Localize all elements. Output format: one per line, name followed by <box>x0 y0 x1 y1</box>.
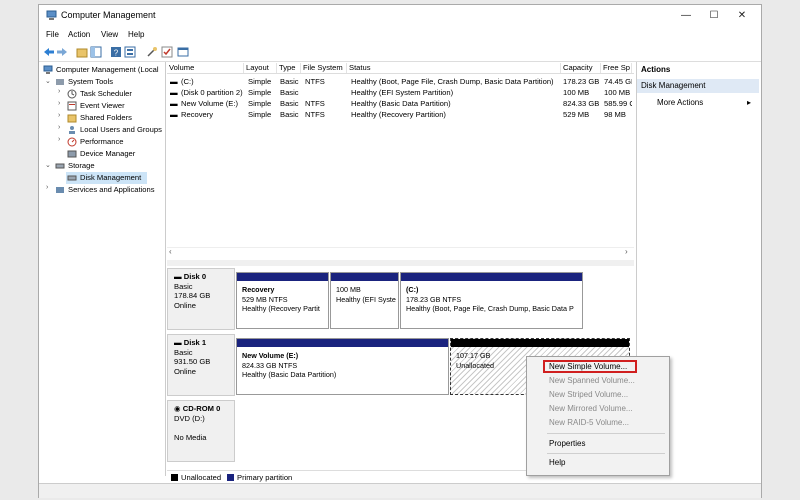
actions-section-disk-management[interactable]: Disk Management <box>637 79 759 93</box>
volume-icon: ▬ <box>170 88 178 97</box>
chevron-right-icon[interactable]: › <box>58 100 60 107</box>
actions-header: Actions <box>641 65 671 74</box>
chevron-right-icon[interactable]: › <box>58 88 60 95</box>
menu-separator <box>547 433 665 434</box>
chevron-right-icon[interactable]: › <box>58 112 60 119</box>
users-icon <box>69 126 75 134</box>
primary-partition-bar <box>401 273 582 281</box>
menu-item-new-spanned-volume[interactable]: New Spanned Volume... <box>549 375 635 387</box>
chevron-right-icon[interactable]: › <box>46 184 48 191</box>
legend-unallocated-label: Unallocated <box>181 473 222 482</box>
menu-separator <box>547 453 665 454</box>
event-viewer-icon <box>67 101 77 111</box>
scroll-right-icon[interactable]: › <box>625 247 628 256</box>
up-folder-icon[interactable] <box>76 46 88 58</box>
services-icon <box>56 187 64 193</box>
menu-item-new-raid5-volume[interactable]: New RAID-5 Volume... <box>549 417 629 429</box>
forward-icon[interactable] <box>56 46 68 58</box>
volume-icon: ▬ <box>170 110 178 119</box>
scroll-left-icon[interactable]: ‹ <box>169 247 172 256</box>
device-manager-icon <box>67 150 77 158</box>
chevron-right-icon[interactable]: › <box>58 136 60 143</box>
volume-icon: ▬ <box>170 77 178 86</box>
menu-item-new-simple-volume[interactable]: New Simple Volume... <box>549 361 627 373</box>
horizontal-scrollbar[interactable]: ‹ › <box>167 247 634 258</box>
toolbar: ? <box>39 43 761 62</box>
tools-icon <box>56 79 64 85</box>
storage-icon <box>55 163 65 169</box>
view-icon[interactable] <box>177 46 189 58</box>
menu-item-help[interactable]: Help <box>549 457 565 469</box>
disk-1-label[interactable]: ▬ Disk 1 Basic 931.50 GB Online <box>167 334 235 396</box>
partition-c[interactable]: (C:) 178.23 GB NTFS Healthy (Boot, Page … <box>400 272 583 329</box>
legend-unallocated-swatch <box>171 474 178 481</box>
table-row[interactable]: ▬ (Disk 0 partition 2) Simple Basic Heal… <box>167 88 634 99</box>
column-header-capacity[interactable]: Capacity <box>561 63 601 73</box>
volume-list: Volume Layout Type File System Status Ca… <box>167 62 634 260</box>
computer-management-icon <box>46 10 57 20</box>
disk-icon: ▬ <box>174 338 184 347</box>
primary-partition-bar <box>237 339 448 347</box>
properties-icon[interactable] <box>124 46 136 58</box>
volume-list-header: Volume Layout Type File System Status Ca… <box>167 62 634 74</box>
table-row[interactable]: ▬ New Volume (E:) Simple Basic NTFS Heal… <box>167 99 634 110</box>
menu-item-new-striped-volume[interactable]: New Striped Volume... <box>549 389 628 401</box>
tree-item-disk-management[interactable]: Disk Management <box>66 172 147 184</box>
primary-partition-bar <box>237 273 328 281</box>
column-header-free-space[interactable]: Free Sp <box>601 63 632 73</box>
performance-icon <box>67 137 77 147</box>
context-menu: New Simple Volume... New Spanned Volume.… <box>526 356 670 476</box>
cdrom-label[interactable]: ◉ CD-ROM 0 DVD (D:) No Media <box>167 400 235 462</box>
disk-0-label[interactable]: ▬ Disk 0 Basic 178.84 GB Online <box>167 268 235 330</box>
chevron-down-icon[interactable]: ⌄ <box>45 161 51 169</box>
menu-action[interactable]: Action <box>68 30 90 39</box>
cdrom-icon: ◉ <box>174 404 183 413</box>
svg-text:?: ? <box>114 49 119 58</box>
legend-primary-label: Primary partition <box>237 473 293 482</box>
help-icon[interactable]: ? <box>110 46 122 58</box>
maximize-button[interactable]: ☐ <box>701 7 727 25</box>
unallocated-bar <box>451 339 629 347</box>
minimize-button[interactable]: — <box>673 7 699 25</box>
column-header-volume[interactable]: Volume <box>167 63 244 73</box>
menu-bar: File Action View Help <box>39 27 761 43</box>
menu-help[interactable]: Help <box>128 30 144 39</box>
title-bar: Computer Management — ☐ ✕ <box>39 5 761 27</box>
legend-primary-swatch <box>227 474 234 481</box>
column-header-type[interactable]: Type <box>277 63 301 73</box>
wizard-icon[interactable] <box>146 46 158 58</box>
back-icon[interactable] <box>43 46 55 58</box>
partition-recovery[interactable]: Recovery 529 MB NTFS Healthy (Recovery P… <box>236 272 329 329</box>
more-actions-item[interactable]: More Actions <box>657 98 703 107</box>
menu-file[interactable]: File <box>46 30 59 39</box>
partition-e[interactable]: New Volume (E:) 824.33 GB NTFS Healthy (… <box>236 338 449 395</box>
shared-folder-icon <box>67 114 77 123</box>
partition-efi[interactable]: 100 MB Healthy (EFI Syste <box>330 272 399 329</box>
show-hide-tree-icon[interactable] <box>90 46 102 58</box>
column-header-file-system[interactable]: File System <box>301 63 347 73</box>
clock-icon <box>67 89 77 99</box>
primary-partition-bar <box>331 273 398 281</box>
status-bar <box>39 483 761 498</box>
window-title: Computer Management <box>61 10 156 20</box>
menu-item-properties[interactable]: Properties <box>549 438 585 450</box>
table-row[interactable]: ▬ Recovery Simple Basic NTFS Healthy (Re… <box>167 110 634 121</box>
computer-icon <box>43 65 53 74</box>
console-tree: Computer Management (Local ⌄ System Tool… <box>41 62 166 476</box>
disk-management-icon <box>67 175 77 181</box>
menu-item-new-mirrored-volume[interactable]: New Mirrored Volume... <box>549 403 633 415</box>
chevron-down-icon[interactable]: ⌄ <box>45 77 51 85</box>
disk-icon: ▬ <box>174 272 184 281</box>
check-icon[interactable] <box>161 46 173 58</box>
chevron-right-icon: ▸ <box>747 98 752 107</box>
volume-icon: ▬ <box>170 99 178 108</box>
table-row[interactable]: ▬ (C:) Simple Basic NTFS Healthy (Boot, … <box>167 77 634 88</box>
menu-view[interactable]: View <box>101 30 118 39</box>
column-header-status[interactable]: Status <box>347 63 561 73</box>
column-header-layout[interactable]: Layout <box>244 63 277 73</box>
chevron-right-icon[interactable]: › <box>58 124 60 131</box>
close-button[interactable]: ✕ <box>729 7 755 25</box>
